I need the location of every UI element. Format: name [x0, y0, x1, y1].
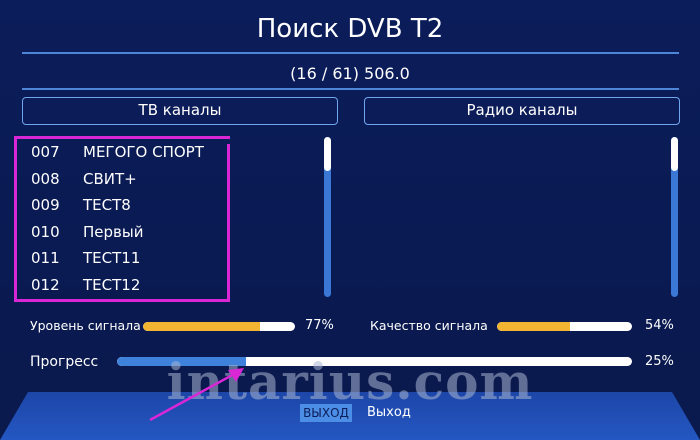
annotation-arrow-icon	[149, 368, 244, 422]
exit-button[interactable]: ВЫХОД	[300, 404, 352, 422]
exit-label: Выход	[367, 405, 411, 420]
